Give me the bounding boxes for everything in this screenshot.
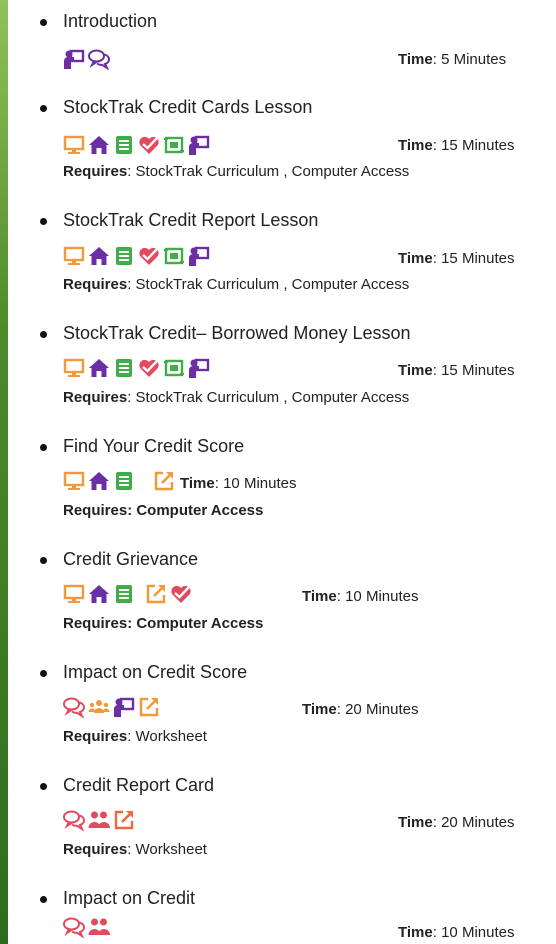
discussion-icon	[63, 810, 85, 831]
pair-icon	[88, 811, 110, 828]
teacher-board-icon	[189, 358, 210, 378]
time-value: 20 Minutes	[441, 814, 515, 831]
time-label: Time: 10 Minutes	[302, 588, 419, 605]
time-label: Time: 15 Minutes	[398, 362, 515, 379]
check-heart-icon	[139, 247, 159, 265]
bullet	[40, 444, 47, 451]
bullet	[40, 670, 47, 677]
item-title: Credit Grievance	[63, 549, 199, 569]
computer-icon	[63, 246, 85, 265]
notebook-icon	[116, 247, 132, 265]
screen-icon	[164, 136, 184, 154]
time-value: 15 Minutes	[441, 137, 515, 154]
discussion-icon	[63, 697, 85, 718]
external-link-icon	[154, 471, 174, 491]
home-icon	[89, 472, 109, 490]
time-value: 10 Minutes	[345, 588, 419, 605]
check-heart-icon	[139, 136, 159, 154]
time-label: Time: 20 Minutes	[398, 814, 515, 831]
time-label: Time: 15 Minutes	[398, 137, 515, 154]
bullet	[40, 783, 47, 790]
external-link-icon	[139, 697, 159, 717]
bullet	[40, 105, 47, 112]
bullet	[40, 218, 47, 225]
computer-icon	[63, 135, 85, 154]
time-label: Time: 15 Minutes	[398, 250, 515, 267]
requires-value: StockTrak Curriculum , Computer Access	[135, 276, 410, 293]
item-title: StockTrak Credit Report Lesson	[63, 210, 319, 230]
computer-icon	[63, 471, 85, 490]
time-value: 10 Minutes	[441, 924, 515, 941]
time-label: Time: 10 Minutes	[180, 475, 297, 492]
requires-value: StockTrak Curriculum , Computer Access	[135, 389, 410, 406]
home-icon	[89, 359, 109, 377]
screen-icon	[164, 359, 184, 377]
requires-label: Requires: StockTrak Curriculum , Compute…	[63, 163, 410, 180]
home-icon	[89, 585, 109, 603]
time-value: 15 Minutes	[441, 250, 515, 267]
teacher-board-icon	[114, 697, 135, 717]
side-accent-bar	[0, 0, 8, 944]
time-value: 20 Minutes	[345, 701, 419, 718]
teacher-board-icon	[189, 246, 210, 266]
computer-icon	[63, 358, 85, 377]
item-title: Impact on Credit Score	[63, 662, 248, 682]
bullet	[40, 331, 47, 338]
bullet	[40, 19, 47, 26]
check-heart-icon	[171, 585, 191, 603]
group-icon	[88, 700, 110, 713]
item-title: Find Your Credit Score	[63, 436, 245, 456]
requires-label: Requires: Worksheet	[63, 841, 207, 858]
notebook-icon	[116, 359, 132, 377]
requires-label: Requires: Computer Access	[63, 615, 263, 632]
external-link-icon	[114, 810, 134, 830]
pair-icon	[88, 918, 110, 935]
requires-value: Requires: Computer Access	[63, 502, 264, 519]
bullet	[40, 896, 47, 903]
screen-icon	[164, 247, 184, 265]
discussion-icon	[63, 917, 85, 938]
requires-value: Requires: Computer Access	[63, 615, 264, 632]
time-label: Time: 5 Minutes	[398, 51, 507, 68]
notebook-icon	[116, 472, 132, 490]
time-value: 5 Minutes	[441, 51, 507, 68]
notebook-icon	[116, 136, 132, 154]
item-title: Credit Report Card	[63, 775, 215, 795]
requires-label: Requires: Worksheet	[63, 728, 207, 745]
bullet	[40, 557, 47, 564]
item-title: StockTrak Credit– Borrowed Money Lesson	[63, 323, 411, 343]
time-value: 10 Minutes	[223, 475, 297, 492]
requires-value: StockTrak Curriculum , Computer Access	[135, 163, 410, 180]
requires-label: Requires: StockTrak Curriculum , Compute…	[63, 389, 410, 406]
teacher-board-icon	[189, 135, 210, 155]
requires-value: Worksheet	[135, 728, 207, 745]
notebook-icon	[116, 585, 132, 603]
external-link-icon	[146, 584, 166, 604]
requires-value: Worksheet	[135, 841, 207, 858]
requires-label: Requires: StockTrak Curriculum , Compute…	[63, 276, 410, 293]
check-heart-icon	[139, 359, 159, 377]
item-title: Introduction	[63, 11, 158, 31]
discussion-icon	[88, 49, 110, 70]
time-label: Time: 20 Minutes	[302, 701, 419, 718]
computer-icon	[63, 584, 85, 603]
home-icon	[89, 136, 109, 154]
item-title: Impact on Credit	[63, 888, 196, 908]
requires-label: Requires: Computer Access	[63, 502, 263, 519]
time-label: Time: 10 Minutes	[398, 924, 515, 941]
teacher-board-icon	[64, 49, 85, 69]
item-title: StockTrak Credit Cards Lesson	[63, 97, 313, 117]
home-icon	[89, 247, 109, 265]
time-value: 15 Minutes	[441, 362, 515, 379]
